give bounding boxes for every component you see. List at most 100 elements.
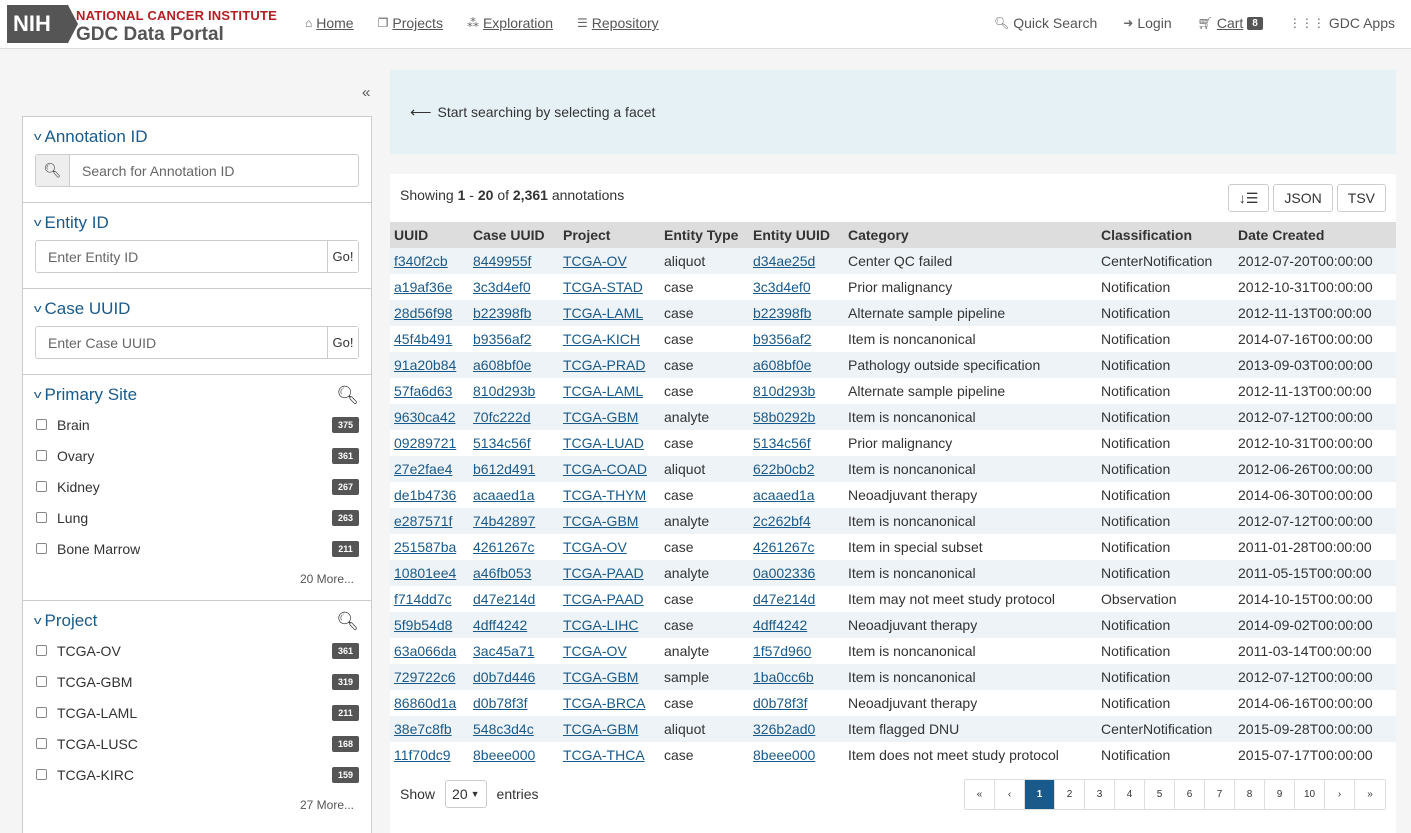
page-button[interactable]: 3 [1085,780,1115,809]
uuid-link[interactable]: 5f9b54d8 [394,617,452,633]
entity-id-input[interactable] [36,241,327,272]
project-link[interactable]: TCGA-LIHC [563,617,638,633]
uuid-link[interactable]: 27e2fae4 [394,461,452,477]
uuid-link[interactable]: f714dd7c [394,591,452,607]
project-link[interactable]: TCGA-GBM [563,721,638,737]
entity-uuid-link[interactable]: acaaed1a [753,487,815,503]
uuid-link[interactable]: 91a20b84 [394,357,456,373]
page-button[interactable]: 9 [1265,780,1295,809]
page-button[interactable]: › [1325,780,1355,809]
case-uuid-link[interactable]: 810d293b [473,383,535,399]
page-button[interactable]: 7 [1205,780,1235,809]
column-header-uuid[interactable]: UUID [390,222,469,248]
uuid-link[interactable]: 45f4b491 [394,331,452,347]
case-uuid-link[interactable]: d0b7d446 [473,669,535,685]
case-uuid-link[interactable]: d0b78f3f [473,695,528,711]
uuid-link[interactable]: 11f70dc9 [394,747,451,763]
search-icon[interactable]: 🔍︎ [336,385,359,406]
project-link[interactable]: TCGA-OV [563,539,627,555]
checkbox[interactable] [36,419,47,430]
entity-uuid-link[interactable]: 8beee000 [753,747,815,763]
sort-button[interactable]: ↓☰ [1227,184,1270,212]
list-item[interactable]: Brain 375 [35,409,359,440]
case-uuid-link[interactable]: 4261267c [473,539,535,555]
uuid-link[interactable]: 86860d1a [394,695,456,711]
entity-uuid-link[interactable]: b22398fb [753,305,811,321]
project-link[interactable]: TCGA-GBM [563,513,638,529]
uuid-link[interactable]: 38e7c8fb [394,721,452,737]
page-button[interactable]: « [965,780,995,809]
case-uuid-go-button[interactable]: Go! [327,327,358,358]
page-size-select[interactable]: 20 ▼ [445,780,487,808]
page-button[interactable]: » [1355,780,1385,809]
entity-uuid-link[interactable]: 1ba0cc6b [753,669,814,685]
uuid-link[interactable]: e287571f [394,513,452,529]
page-button[interactable]: 1 [1025,780,1055,809]
case-uuid-link[interactable]: 8449955f [473,253,531,269]
project-link[interactable]: TCGA-OV [563,253,627,269]
case-uuid-link[interactable]: 548c3d4c [473,721,534,737]
project-link[interactable]: TCGA-LAML [563,305,643,321]
list-item[interactable]: TCGA-LAML 211 [35,697,359,728]
json-export-button[interactable]: JSON [1273,184,1333,212]
nav-repository[interactable]: ☰ Repository [577,15,659,31]
page-button[interactable]: ‹ [995,780,1025,809]
project-link[interactable]: TCGA-KICH [563,331,640,347]
list-item[interactable]: Lung 263 [35,502,359,533]
checkbox[interactable] [36,543,47,554]
cart-button[interactable]: 🛒︎ Cart 8 [1198,15,1263,31]
uuid-link[interactable]: f340f2cb [394,253,448,269]
entity-uuid-link[interactable]: 2c262bf4 [753,513,811,529]
uuid-link[interactable]: 729722c6 [394,669,456,685]
uuid-link[interactable]: 57fa6d63 [394,383,452,399]
list-item[interactable]: Kidney 267 [35,471,359,502]
entity-id-go-button[interactable]: Go! [327,241,358,272]
case-uuid-link[interactable]: 3ac45a71 [473,643,535,659]
project-link[interactable]: TCGA-OV [563,643,627,659]
uuid-link[interactable]: 28d56f98 [394,305,452,321]
list-item[interactable]: TCGA-KIRC 159 [35,759,359,790]
entity-uuid-link[interactable]: 3c3d4ef0 [753,279,811,295]
case-uuid-link[interactable]: 8beee000 [473,747,535,763]
checkbox[interactable] [36,645,47,656]
list-item[interactable]: Bone Marrow 211 [35,533,359,564]
checkbox[interactable] [36,512,47,523]
collapse-sidebar-icon[interactable]: « [362,84,370,101]
facet-entity-id-title[interactable]: v Entity ID [34,213,359,233]
entity-uuid-link[interactable]: 0a002336 [753,565,815,581]
case-uuid-link[interactable]: 4dff4242 [473,617,527,633]
entity-uuid-link[interactable]: d0b78f3f [753,695,808,711]
list-item[interactable]: TCGA-LUSC 168 [35,728,359,759]
page-button[interactable]: 6 [1175,780,1205,809]
page-button[interactable]: 2 [1055,780,1085,809]
entity-uuid-link[interactable]: a608bf0e [753,357,811,373]
case-uuid-link[interactable]: b9356af2 [473,331,531,347]
case-uuid-link[interactable]: a608bf0e [473,357,531,373]
entity-uuid-link[interactable]: 810d293b [753,383,815,399]
case-uuid-link[interactable]: 70fc222d [473,409,531,425]
case-uuid-link[interactable]: a46fb053 [473,565,531,581]
entity-uuid-link[interactable]: 326b2ad0 [753,721,815,737]
case-uuid-link[interactable]: b22398fb [473,305,531,321]
project-link[interactable]: TCGA-PAAD [563,591,644,607]
uuid-link[interactable]: 09289721 [394,435,456,451]
list-item[interactable]: TCGA-OV 361 [35,635,359,666]
column-header-project[interactable]: Project [559,222,660,248]
facet-project-title[interactable]: v Project [34,611,359,631]
project-link[interactable]: TCGA-GBM [563,669,638,685]
case-uuid-link[interactable]: 74b42897 [473,513,535,529]
column-header-entity-uuid[interactable]: Entity UUID [749,222,844,248]
case-uuid-input[interactable] [36,327,327,358]
page-button[interactable]: 10 [1295,780,1325,809]
uuid-link[interactable]: 9630ca42 [394,409,456,425]
gdc-apps-button[interactable]: ⋮⋮⋮ GDC Apps [1289,15,1395,31]
nih-logo[interactable]: NIH [7,5,78,43]
annotation-id-search-input[interactable] [70,155,358,186]
uuid-link[interactable]: de1b4736 [394,487,456,503]
entity-uuid-link[interactable]: d34ae25d [753,253,815,269]
login-button[interactable]: ➜ Login [1123,15,1171,31]
portal-logo[interactable]: NATIONAL CANCER INSTITUTE GDC Data Porta… [76,8,277,46]
page-button[interactable]: 5 [1145,780,1175,809]
project-link[interactable]: TCGA-PRAD [563,357,645,373]
checkbox[interactable] [36,769,47,780]
